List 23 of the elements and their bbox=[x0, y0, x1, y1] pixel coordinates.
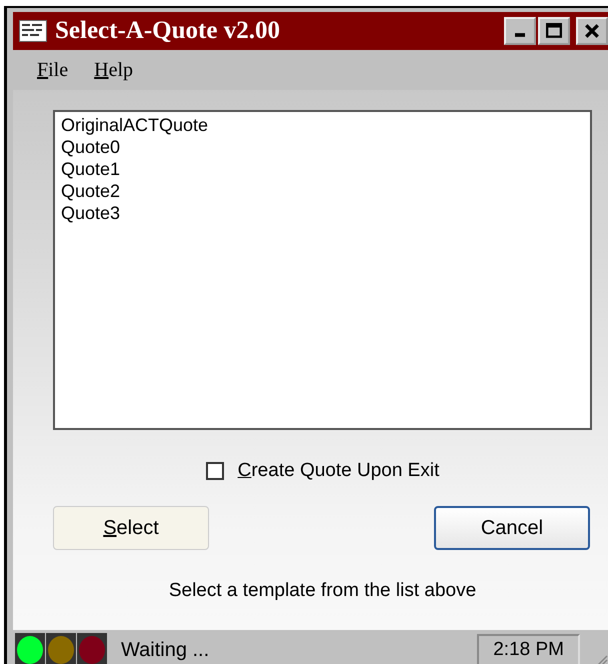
template-list[interactable]: OriginalACTQuote Quote0 Quote1 Quote2 Quote3 bbox=[53, 110, 592, 430]
list-item[interactable]: Quote3 bbox=[61, 202, 584, 224]
window-title: Select-A-Quote v2.00 bbox=[55, 17, 280, 45]
close-icon bbox=[584, 23, 600, 39]
list-item[interactable]: Quote0 bbox=[61, 136, 584, 158]
list-item[interactable]: Quote1 bbox=[61, 158, 584, 180]
maximize-button[interactable] bbox=[538, 17, 570, 45]
hint-text: Select a template from the list above bbox=[168, 580, 478, 602]
list-item[interactable]: OriginalACTQuote bbox=[61, 114, 584, 136]
checkbox-label: Create Quote Upon Exit bbox=[238, 460, 440, 482]
list-item[interactable]: Quote2 bbox=[61, 180, 584, 202]
minimize-button[interactable] bbox=[504, 17, 536, 45]
menu-item[interactable]: File bbox=[37, 58, 68, 82]
status-text: Waiting ... bbox=[121, 638, 210, 662]
app-icon bbox=[19, 20, 47, 42]
minimize-icon bbox=[515, 33, 525, 37]
checkbox[interactable] bbox=[206, 462, 224, 480]
status-time: 2:18 PM bbox=[477, 634, 580, 664]
cancel-button[interactable]: Cancel bbox=[434, 506, 590, 550]
menu-item[interactable]: Help bbox=[94, 58, 134, 82]
close-button[interactable] bbox=[576, 17, 608, 45]
select-button[interactable]: Select bbox=[53, 506, 209, 550]
maximize-icon bbox=[546, 23, 562, 39]
